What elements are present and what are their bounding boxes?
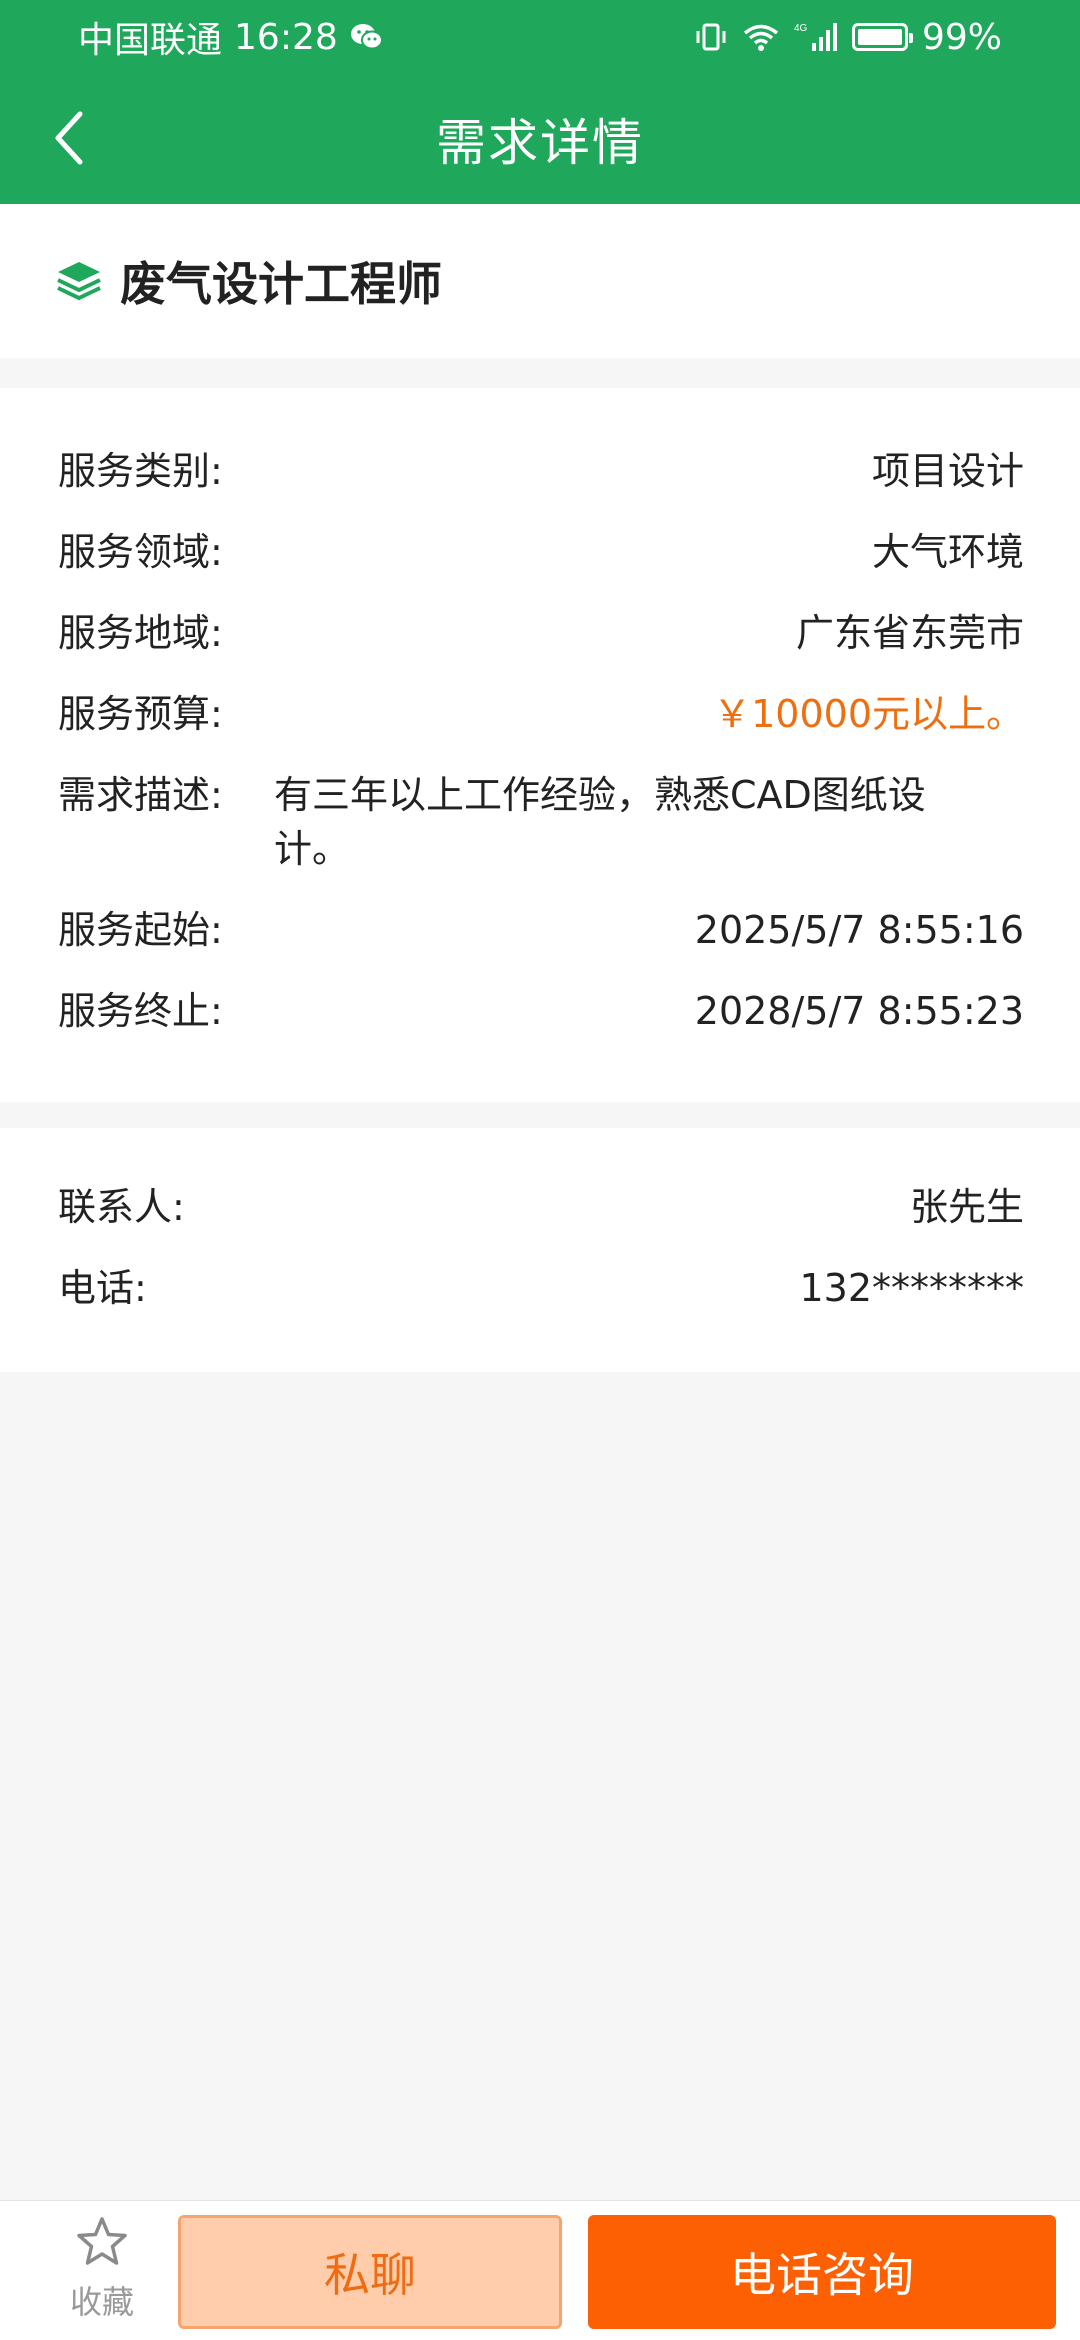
field-label: 服务领域:: [58, 530, 223, 574]
field-label: 电话:: [58, 1266, 147, 1310]
field-value: 2028/5/7 8:55:23: [694, 989, 1024, 1033]
demand-title-card: 废气设计工程师: [0, 204, 1080, 358]
status-bar: 中国联通 16:28 4G 99%: [0, 0, 1080, 74]
clock: 16:28: [234, 16, 338, 58]
star-icon: [77, 2217, 127, 2265]
field-label: 联系人:: [58, 1185, 185, 1229]
field-label: 服务终止:: [58, 989, 223, 1033]
budget-value: ￥10000元以上。: [713, 692, 1024, 736]
detail-row-budget: 服务预算: ￥10000元以上。: [58, 687, 1024, 741]
nav-bar: 需求详情: [0, 74, 1080, 204]
battery-percent: 99%: [921, 16, 1002, 58]
detail-row-description: 需求描述: 有三年以上工作经验，熟悉CAD图纸设计。: [58, 768, 1024, 876]
carrier-label: 中国联通: [78, 20, 223, 61]
field-label: 服务地域:: [58, 611, 223, 655]
wechat-icon: [350, 22, 384, 52]
vibrate-icon: [694, 22, 728, 52]
contact-name: 张先生: [909, 1185, 1024, 1229]
detail-row-category: 服务类别: 项目设计: [58, 444, 1024, 498]
bottom-action-bar: 收藏 私聊 电话咨询: [0, 2200, 1080, 2340]
field-value: 广东省东莞市: [795, 611, 1024, 655]
contact-row-phone: 电话: 132********: [58, 1261, 1024, 1315]
wifi-icon: [742, 22, 780, 52]
detail-row-domain: 服务领域: 大气环境: [58, 525, 1024, 579]
private-chat-button[interactable]: 私聊: [178, 2215, 562, 2329]
private-chat-label: 私聊: [324, 2248, 416, 2302]
contact-card: 联系人: 张先生 电话: 132********: [0, 1128, 1080, 1372]
battery-fill: [857, 29, 902, 45]
cellular-signal-icon: 4G: [794, 21, 838, 53]
field-value: 2025/5/7 8:55:16: [694, 908, 1024, 952]
layers-icon: [57, 262, 101, 301]
contact-phone: 132********: [799, 1266, 1024, 1310]
field-label: 需求描述:: [58, 773, 223, 817]
field-label: 服务类别:: [58, 449, 223, 493]
page-title: 需求详情: [436, 114, 644, 172]
phone-consult-label: 电话咨询: [730, 2248, 914, 2302]
detail-row-region: 服务地域: 广东省东莞市: [58, 606, 1024, 660]
description-value: 有三年以上工作经验，熟悉CAD图纸设计。: [274, 773, 926, 871]
favorite-label: 收藏: [69, 2283, 134, 2321]
contact-row-name: 联系人: 张先生: [58, 1180, 1024, 1234]
app-header: 中国联通 16:28 4G 99% 需求详情: [0, 0, 1080, 204]
favorite-button[interactable]: 收藏: [62, 2215, 142, 2331]
demand-title: 废气设计工程师: [120, 257, 442, 311]
battery-icon: [851, 23, 913, 51]
demand-details: 服务类别: 项目设计 服务领域: 大气环境 服务地域: 广东省东莞市 服务预算:…: [0, 388, 1080, 1102]
field-label: 服务预算:: [58, 692, 223, 736]
field-label: 服务起始:: [58, 908, 223, 952]
back-button[interactable]: [30, 98, 110, 178]
phone-consult-button[interactable]: 电话咨询: [588, 2215, 1056, 2329]
detail-row-start: 服务起始: 2025/5/7 8:55:16: [58, 903, 1024, 957]
svg-text:4G: 4G: [794, 23, 808, 34]
field-value: 项目设计: [871, 449, 1024, 493]
chevron-left-icon: [55, 111, 83, 165]
field-value: 大气环境: [871, 530, 1024, 574]
detail-row-end: 服务终止: 2028/5/7 8:55:23: [58, 984, 1024, 1038]
